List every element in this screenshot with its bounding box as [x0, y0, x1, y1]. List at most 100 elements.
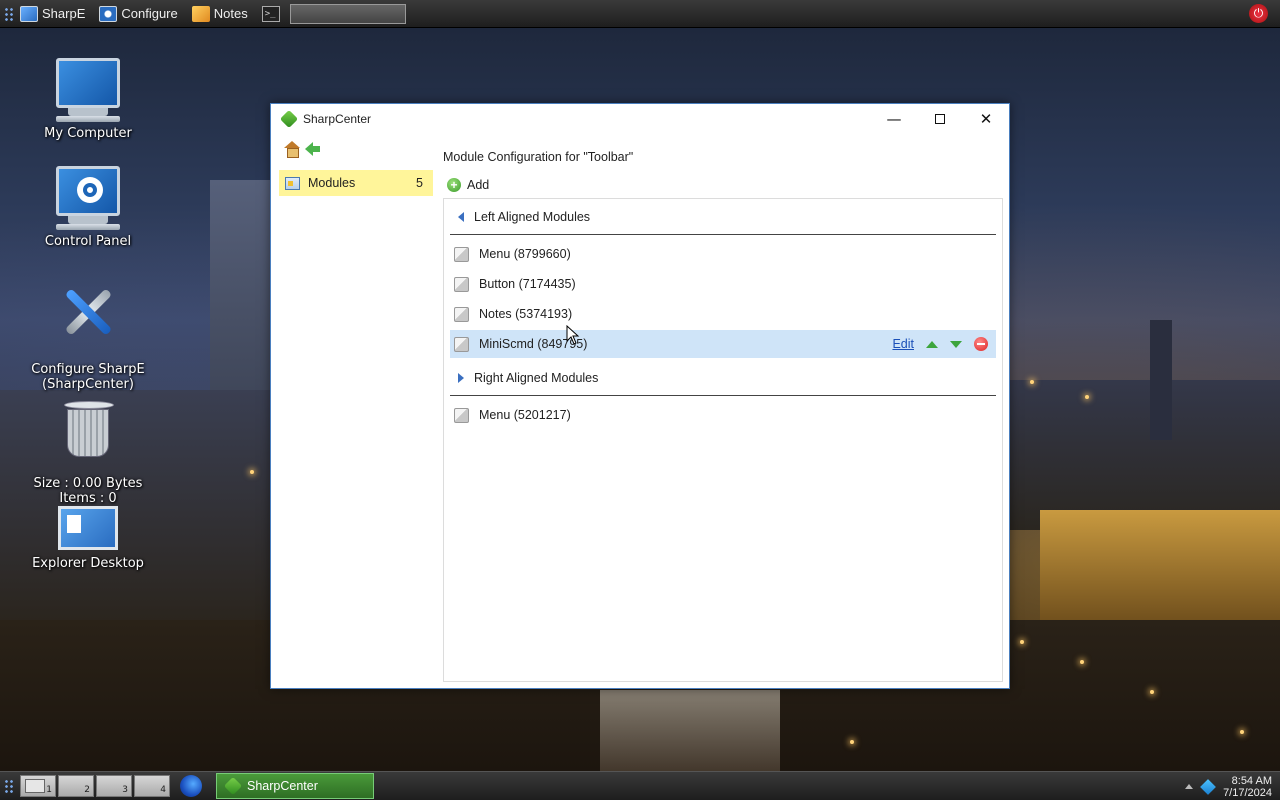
- minimize-button[interactable]: —: [871, 104, 917, 134]
- building-decoration: [600, 690, 780, 771]
- window-titlebar[interactable]: SharpCenter — ✕: [271, 104, 1009, 134]
- sharpcenter-logo-icon: [223, 776, 243, 796]
- sidebar-item-label: Modules: [308, 176, 356, 190]
- building-decoration: [1010, 380, 1280, 530]
- light-decoration: [1020, 640, 1024, 644]
- sidebar: Modules 5: [271, 134, 439, 688]
- section-header-left[interactable]: Left Aligned Modules: [450, 199, 996, 235]
- light-decoration: [250, 470, 254, 474]
- computer-icon: [56, 58, 120, 108]
- workspace-button-4[interactable]: 4: [134, 775, 170, 797]
- module-name: MiniScmd (849795): [479, 337, 588, 351]
- module-row[interactable]: Menu (5201217): [450, 401, 996, 429]
- desktop-icon-label: Size : 0.00 Bytes Items : 0: [33, 476, 143, 506]
- notes-icon: [191, 5, 210, 22]
- sidebar-item-count: 5: [416, 176, 423, 190]
- add-module-button[interactable]: + Add: [447, 178, 489, 192]
- collapse-arrow-icon: [458, 211, 464, 222]
- topbar-item-label: Configure: [121, 6, 178, 21]
- page-title: Module Configuration for "Toolbar": [443, 150, 634, 164]
- topbar-notes-button[interactable]: Notes: [191, 5, 248, 22]
- light-decoration: [1085, 395, 1089, 399]
- module-row[interactable]: Menu (8799660): [450, 240, 996, 268]
- expand-arrow-icon: [458, 372, 464, 383]
- maximize-button[interactable]: [917, 104, 963, 134]
- maximize-icon: [935, 114, 945, 124]
- module-name: Notes (5374193): [479, 307, 573, 321]
- trash-icon: [64, 401, 114, 457]
- module-name: Menu (8799660): [479, 247, 571, 261]
- sharpcenter-logo-icon: [279, 109, 299, 129]
- section-title: Left Aligned Modules: [474, 209, 591, 224]
- clock-time: 8:54 AM: [1231, 774, 1272, 787]
- topbar-item-label: Notes: [213, 6, 248, 21]
- desktop-icon-control-panel[interactable]: Control Panel: [13, 166, 163, 249]
- module-row[interactable]: Notes (5374193): [450, 300, 996, 328]
- remove-icon[interactable]: [974, 337, 988, 351]
- window-controls: — ✕: [871, 104, 1009, 134]
- command-input[interactable]: [289, 3, 406, 24]
- desktop-icon-my-computer[interactable]: My Computer: [13, 58, 163, 141]
- add-button-label: Add: [467, 178, 490, 192]
- monitor-icon: [20, 5, 38, 22]
- clock[interactable]: 8:54 AM 7/17/2024: [1223, 775, 1272, 799]
- desktop-icon-recycle-bin[interactable]: Size : 0.00 Bytes Items : 0: [13, 386, 163, 521]
- module-cube-icon: [454, 276, 469, 292]
- light-decoration: [850, 740, 854, 744]
- firefox-icon[interactable]: [180, 775, 202, 797]
- add-icon: +: [447, 178, 461, 192]
- building-decoration: [1040, 510, 1280, 630]
- light-decoration: [1240, 730, 1244, 734]
- module-cube-icon: [454, 306, 469, 322]
- move-up-icon[interactable]: [926, 340, 938, 348]
- taskbar: 1 2 3 4 SharpCenter 8:54 AM 7/17/2024: [0, 771, 1280, 800]
- module-row[interactable]: Button (7174435): [450, 270, 996, 298]
- module-cube-icon: [454, 246, 469, 262]
- terminal-icon[interactable]: >_: [261, 5, 280, 22]
- explorer-desktop-icon: [58, 506, 118, 550]
- home-icon[interactable]: [283, 141, 301, 158]
- edit-link[interactable]: Edit: [892, 337, 914, 351]
- light-decoration: [1030, 380, 1034, 384]
- system-tray: 8:54 AM 7/17/2024: [1185, 772, 1272, 800]
- tools-icon: [60, 283, 116, 341]
- modules-icon: [285, 176, 300, 190]
- window-title: SharpCenter: [303, 112, 372, 126]
- workspace-button-3[interactable]: 3: [96, 775, 132, 797]
- desktop-icon-label: Explorer Desktop: [32, 556, 144, 571]
- power-icon[interactable]: ⏻: [1249, 4, 1268, 23]
- control-panel-icon: [56, 166, 120, 216]
- top-panel: SharpE Configure Notes >_ ⏻: [0, 0, 1280, 28]
- sidebar-item-modules[interactable]: Modules 5: [279, 170, 433, 196]
- gear-icon: [77, 177, 103, 203]
- tray-app-icon[interactable]: [1200, 778, 1216, 795]
- desktop-icon-explorer-desktop[interactable]: Explorer Desktop: [13, 506, 163, 571]
- move-down-icon[interactable]: [950, 340, 962, 348]
- workspace-button-1[interactable]: 1: [20, 775, 56, 797]
- desktop-icon-label: Control Panel: [44, 234, 132, 249]
- light-decoration: [1080, 660, 1084, 664]
- task-button-label: SharpCenter: [247, 779, 318, 793]
- module-row-selected[interactable]: MiniScmd (849795) Edit: [450, 330, 996, 358]
- light-decoration: [1150, 690, 1154, 694]
- topbar-configure-button[interactable]: Configure: [99, 5, 178, 22]
- section-header-right[interactable]: Right Aligned Modules: [450, 360, 996, 396]
- sharpcenter-window: SharpCenter — ✕ Modules 5 Module Configu…: [270, 103, 1010, 689]
- module-name: Button (7174435): [479, 277, 576, 291]
- close-button[interactable]: ✕: [963, 104, 1009, 134]
- section-title: Right Aligned Modules: [474, 370, 599, 385]
- monitor-gear-icon: [99, 5, 118, 22]
- back-arrow-icon[interactable]: [305, 142, 321, 156]
- workspace-button-2[interactable]: 2: [58, 775, 94, 797]
- row-actions: Edit: [892, 337, 996, 351]
- task-button-sharpcenter[interactable]: SharpCenter: [216, 773, 374, 799]
- tray-expand-icon[interactable]: [1185, 784, 1194, 789]
- module-cube-icon: [454, 407, 469, 423]
- module-list: Left Aligned Modules Menu (8799660) Butt…: [443, 198, 1003, 682]
- panel-grip-icon[interactable]: [4, 779, 14, 793]
- panel-grip-icon[interactable]: [4, 6, 14, 21]
- clock-date: 7/17/2024: [1223, 786, 1272, 799]
- module-name: Menu (5201217): [479, 408, 571, 422]
- module-cube-icon: [454, 336, 469, 352]
- topbar-sharpe-button[interactable]: SharpE: [20, 5, 85, 22]
